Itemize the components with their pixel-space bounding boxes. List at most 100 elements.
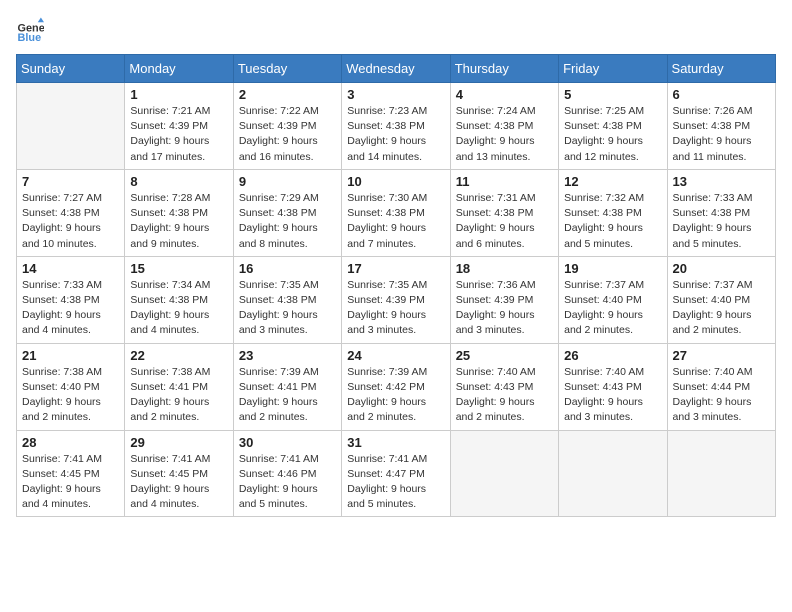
day-number: 15 [130, 261, 227, 276]
calendar-cell: 30 Sunrise: 7:41 AM Sunset: 4:46 PM Dayli… [233, 430, 341, 517]
day-info: Sunrise: 7:41 AM Sunset: 4:47 PM Dayligh… [347, 452, 444, 513]
calendar-cell: 9 Sunrise: 7:29 AM Sunset: 4:38 PM Daylig… [233, 169, 341, 256]
calendar-cell: 21Sunrise: 7:38 AM Sunset: 4:40 PM Dayli… [17, 343, 125, 430]
calendar-cell [450, 430, 558, 517]
day-info: Sunrise: 7:27 AM Sunset: 4:38 PM Dayligh… [22, 191, 119, 252]
day-info: Sunrise: 7:37 AM Sunset: 4:40 PM Dayligh… [673, 278, 770, 339]
day-number: 3 [347, 87, 444, 102]
calendar-cell: 18 Sunrise: 7:36 AM Sunset: 4:39 PM Dayli… [450, 256, 558, 343]
day-number: 19 [564, 261, 661, 276]
calendar-cell: 15 Sunrise: 7:34 AM Sunset: 4:38 PM Dayli… [125, 256, 233, 343]
day-number: 16 [239, 261, 336, 276]
day-number: 31 [347, 435, 444, 450]
svg-text:Blue: Blue [18, 32, 42, 44]
day-info: Sunrise: 7:29 AM Sunset: 4:38 PM Dayligh… [239, 191, 336, 252]
calendar-cell: 5Sunrise: 7:25 AM Sunset: 4:38 PM Daylig… [559, 83, 667, 170]
calendar-cell: 27 Sunrise: 7:40 AM Sunset: 4:44 PM Dayli… [667, 343, 775, 430]
calendar-cell: 19 Sunrise: 7:37 AM Sunset: 4:40 PM Dayli… [559, 256, 667, 343]
calendar-cell: 13 Sunrise: 7:33 AM Sunset: 4:38 PM Dayli… [667, 169, 775, 256]
calendar-table: SundayMondayTuesdayWednesdayThursdayFrid… [16, 54, 776, 517]
calendar-cell [17, 83, 125, 170]
day-number: 11 [456, 174, 553, 189]
day-info: Sunrise: 7:35 AM Sunset: 4:38 PM Dayligh… [239, 278, 336, 339]
day-info: Sunrise: 7:37 AM Sunset: 4:40 PM Dayligh… [564, 278, 661, 339]
day-of-week-header: Thursday [450, 55, 558, 83]
calendar-cell: 26 Sunrise: 7:40 AM Sunset: 4:43 PM Dayli… [559, 343, 667, 430]
day-of-week-header: Monday [125, 55, 233, 83]
day-number: 30 [239, 435, 336, 450]
day-info: Sunrise: 7:28 AM Sunset: 4:38 PM Dayligh… [130, 191, 227, 252]
calendar-cell: 24 Sunrise: 7:39 AM Sunset: 4:42 PM Dayli… [342, 343, 450, 430]
calendar-cell [559, 430, 667, 517]
day-info: Sunrise: 7:35 AM Sunset: 4:39 PM Dayligh… [347, 278, 444, 339]
day-info: Sunrise: 7:40 AM Sunset: 4:43 PM Dayligh… [564, 365, 661, 426]
calendar-cell: 29 Sunrise: 7:41 AM Sunset: 4:45 PM Dayli… [125, 430, 233, 517]
day-number: 24 [347, 348, 444, 363]
calendar-cell: 20Sunrise: 7:37 AM Sunset: 4:40 PM Dayli… [667, 256, 775, 343]
calendar-cell: 6Sunrise: 7:26 AM Sunset: 4:38 PM Daylig… [667, 83, 775, 170]
day-number: 1 [130, 87, 227, 102]
day-info: Sunrise: 7:39 AM Sunset: 4:42 PM Dayligh… [347, 365, 444, 426]
calendar-week-row: 7 Sunrise: 7:27 AM Sunset: 4:38 PM Daylig… [17, 169, 776, 256]
calendar-cell: 3 Sunrise: 7:23 AM Sunset: 4:38 PM Daylig… [342, 83, 450, 170]
day-info: Sunrise: 7:30 AM Sunset: 4:38 PM Dayligh… [347, 191, 444, 252]
day-info: Sunrise: 7:40 AM Sunset: 4:43 PM Dayligh… [456, 365, 553, 426]
day-number: 29 [130, 435, 227, 450]
day-info: Sunrise: 7:23 AM Sunset: 4:38 PM Dayligh… [347, 104, 444, 165]
day-info: Sunrise: 7:31 AM Sunset: 4:38 PM Dayligh… [456, 191, 553, 252]
logo-icon: General Blue [16, 16, 44, 44]
day-number: 12 [564, 174, 661, 189]
calendar-cell: 1Sunrise: 7:21 AM Sunset: 4:39 PM Daylig… [125, 83, 233, 170]
day-of-week-header: Tuesday [233, 55, 341, 83]
day-info: Sunrise: 7:41 AM Sunset: 4:46 PM Dayligh… [239, 452, 336, 513]
calendar-cell: 2 Sunrise: 7:22 AM Sunset: 4:39 PM Daylig… [233, 83, 341, 170]
day-number: 17 [347, 261, 444, 276]
day-number: 22 [130, 348, 227, 363]
day-number: 13 [673, 174, 770, 189]
calendar-cell: 10Sunrise: 7:30 AM Sunset: 4:38 PM Dayli… [342, 169, 450, 256]
calendar-cell: 14 Sunrise: 7:33 AM Sunset: 4:38 PM Dayli… [17, 256, 125, 343]
calendar-week-row: 28 Sunrise: 7:41 AM Sunset: 4:45 PM Dayli… [17, 430, 776, 517]
calendar-cell: 17 Sunrise: 7:35 AM Sunset: 4:39 PM Dayli… [342, 256, 450, 343]
day-info: Sunrise: 7:26 AM Sunset: 4:38 PM Dayligh… [673, 104, 770, 165]
day-info: Sunrise: 7:36 AM Sunset: 4:39 PM Dayligh… [456, 278, 553, 339]
day-info: Sunrise: 7:24 AM Sunset: 4:38 PM Dayligh… [456, 104, 553, 165]
day-info: Sunrise: 7:34 AM Sunset: 4:38 PM Dayligh… [130, 278, 227, 339]
calendar-cell: 23Sunrise: 7:39 AM Sunset: 4:41 PM Dayli… [233, 343, 341, 430]
day-of-week-header: Saturday [667, 55, 775, 83]
day-of-week-header: Friday [559, 55, 667, 83]
day-number: 2 [239, 87, 336, 102]
calendar-cell: 22 Sunrise: 7:38 AM Sunset: 4:41 PM Dayli… [125, 343, 233, 430]
day-number: 9 [239, 174, 336, 189]
day-info: Sunrise: 7:33 AM Sunset: 4:38 PM Dayligh… [673, 191, 770, 252]
day-info: Sunrise: 7:41 AM Sunset: 4:45 PM Dayligh… [130, 452, 227, 513]
calendar-cell: 4 Sunrise: 7:24 AM Sunset: 4:38 PM Daylig… [450, 83, 558, 170]
day-info: Sunrise: 7:25 AM Sunset: 4:38 PM Dayligh… [564, 104, 661, 165]
day-number: 8 [130, 174, 227, 189]
day-number: 28 [22, 435, 119, 450]
day-number: 18 [456, 261, 553, 276]
day-number: 4 [456, 87, 553, 102]
day-of-week-header: Sunday [17, 55, 125, 83]
calendar-cell: 31 Sunrise: 7:41 AM Sunset: 4:47 PM Dayli… [342, 430, 450, 517]
day-info: Sunrise: 7:32 AM Sunset: 4:38 PM Dayligh… [564, 191, 661, 252]
calendar-week-row: 1Sunrise: 7:21 AM Sunset: 4:39 PM Daylig… [17, 83, 776, 170]
day-info: Sunrise: 7:22 AM Sunset: 4:39 PM Dayligh… [239, 104, 336, 165]
calendar-header-row: SundayMondayTuesdayWednesdayThursdayFrid… [17, 55, 776, 83]
day-info: Sunrise: 7:40 AM Sunset: 4:44 PM Dayligh… [673, 365, 770, 426]
calendar-cell: 8 Sunrise: 7:28 AM Sunset: 4:38 PM Daylig… [125, 169, 233, 256]
day-number: 27 [673, 348, 770, 363]
calendar-cell: 16 Sunrise: 7:35 AM Sunset: 4:38 PM Dayli… [233, 256, 341, 343]
day-number: 14 [22, 261, 119, 276]
calendar-cell: 7 Sunrise: 7:27 AM Sunset: 4:38 PM Daylig… [17, 169, 125, 256]
day-number: 26 [564, 348, 661, 363]
logo: General Blue [16, 16, 48, 44]
calendar-week-row: 14 Sunrise: 7:33 AM Sunset: 4:38 PM Dayli… [17, 256, 776, 343]
day-info: Sunrise: 7:33 AM Sunset: 4:38 PM Dayligh… [22, 278, 119, 339]
day-info: Sunrise: 7:38 AM Sunset: 4:40 PM Dayligh… [22, 365, 119, 426]
calendar-cell: 11 Sunrise: 7:31 AM Sunset: 4:38 PM Dayli… [450, 169, 558, 256]
day-number: 7 [22, 174, 119, 189]
calendar-cell [667, 430, 775, 517]
day-number: 23 [239, 348, 336, 363]
day-info: Sunrise: 7:38 AM Sunset: 4:41 PM Dayligh… [130, 365, 227, 426]
